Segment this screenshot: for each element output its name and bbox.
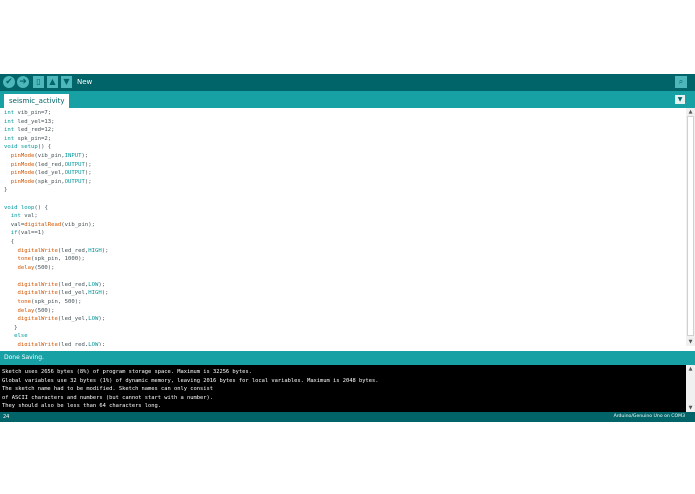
- line-number: 24: [3, 414, 10, 420]
- toolbar: ✔ ➜ ▯ ▲ ▼ New ⌕: [0, 74, 695, 91]
- console-scroll-down-icon[interactable]: ▼: [686, 405, 695, 411]
- scroll-up-icon[interactable]: ▲: [686, 109, 695, 115]
- arrow-right-icon: ➜: [19, 77, 27, 87]
- console-scroll-up-icon[interactable]: ▲: [686, 366, 695, 372]
- upload-button[interactable]: ➜: [17, 76, 29, 88]
- verify-button[interactable]: ✔: [3, 76, 15, 88]
- save-button[interactable]: ▼: [61, 76, 72, 88]
- arrow-down-icon: ▼: [63, 77, 70, 86]
- arduino-ide-window: ✔ ➜ ▯ ▲ ▼ New ⌕ seismic_activity ▼ int v…: [0, 74, 695, 422]
- status-bar: Done Saving.: [0, 351, 695, 365]
- new-button[interactable]: ▯: [33, 76, 44, 88]
- console-output: Sketch uses 2656 bytes (8%) of program s…: [0, 365, 686, 412]
- file-icon: ▯: [36, 77, 41, 86]
- tab-seismic-activity[interactable]: seismic_activity: [4, 94, 70, 108]
- toolbar-hover-label: New: [77, 78, 93, 86]
- code-editor[interactable]: int vib_pin=7; int led_yel=13; int led_r…: [0, 108, 686, 346]
- editor-scrollbar-thumb[interactable]: [687, 116, 694, 336]
- editor-scrollbar[interactable]: ▲ ▼: [686, 108, 695, 346]
- magnifier-icon: ⌕: [678, 77, 684, 86]
- tab-menu-button[interactable]: ▼: [675, 95, 685, 104]
- scroll-down-icon[interactable]: ▼: [686, 339, 695, 345]
- console-scrollbar[interactable]: ▲ ▼: [686, 365, 695, 412]
- serial-monitor-button[interactable]: ⌕: [675, 76, 687, 88]
- board-info: Arduino/Genuino Uno on COM3: [613, 414, 685, 419]
- arrow-up-icon: ▲: [49, 77, 56, 86]
- open-button[interactable]: ▲: [47, 76, 58, 88]
- code-text[interactable]: int vib_pin=7; int led_yel=13; int led_r…: [0, 108, 686, 346]
- tab-bar: seismic_activity ▼: [0, 91, 695, 108]
- console-text: Sketch uses 2656 bytes (8%) of program s…: [2, 369, 379, 410]
- check-icon: ✔: [5, 77, 13, 87]
- status-message: Done Saving.: [4, 354, 44, 361]
- chevron-down-icon: ▼: [677, 96, 683, 103]
- footer-bar: 24 Arduino/Genuino Uno on COM3: [0, 412, 695, 422]
